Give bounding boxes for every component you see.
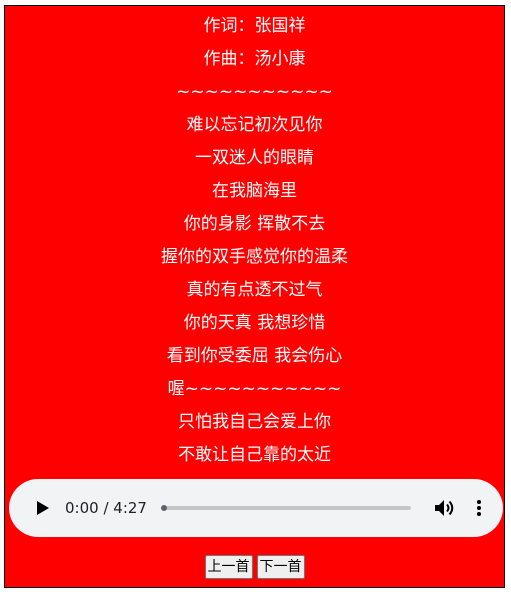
- lyric-line: 看到你受委屈 我会伤心: [166, 346, 343, 366]
- lyric-line: 握你的双手感觉你的温柔: [161, 247, 348, 267]
- track-navigation: 上一首 下一首: [5, 555, 504, 579]
- play-icon: [37, 501, 49, 515]
- play-button[interactable]: [33, 498, 53, 518]
- audio-player: 0:00 / 4:27: [9, 479, 503, 537]
- playback-time: 0:00 / 4:27: [65, 499, 147, 517]
- lyric-line: 不敢让自己靠的太近: [178, 445, 331, 465]
- volume-icon: [434, 500, 454, 516]
- lyric-line: 难以忘记初次见你: [186, 115, 323, 135]
- lyrics-panel: 作词：张国祥 作曲：汤小康 ~~~~~~~~~~~ 难以忘记初次见你 一双迷人的…: [4, 5, 505, 588]
- lyric-line: 你的身影 挥散不去: [183, 214, 326, 234]
- volume-button[interactable]: [433, 496, 457, 520]
- lyric-line: 真的有点透不过气: [186, 280, 323, 300]
- lyric-line: ~~~~~~~~~~~: [176, 82, 333, 102]
- lyric-line: 在我脑海里: [212, 181, 297, 201]
- lyric-line-composer: 作曲：汤小康: [203, 49, 306, 69]
- progress-slider[interactable]: [160, 505, 411, 511]
- lyric-line: 一双迷人的眼睛: [195, 148, 314, 168]
- lyrics-list: 作词：张国祥 作曲：汤小康 ~~~~~~~~~~~ 难以忘记初次见你 一双迷人的…: [5, 10, 504, 472]
- lyric-line: 只怕我自己会爱上你: [178, 412, 331, 432]
- next-track-button[interactable]: 下一首: [256, 555, 305, 579]
- lyric-line-lyricist: 作词：张国祥: [203, 16, 306, 36]
- previous-track-button[interactable]: 上一首: [204, 555, 253, 579]
- lyric-line: 你的天真 我想珍惜: [183, 313, 326, 333]
- more-options-button[interactable]: [469, 496, 489, 520]
- lyric-line: 喔~~~~~~~~~~~: [167, 379, 342, 399]
- progress-thumb[interactable]: [160, 505, 167, 511]
- more-vertical-icon: [476, 500, 481, 516]
